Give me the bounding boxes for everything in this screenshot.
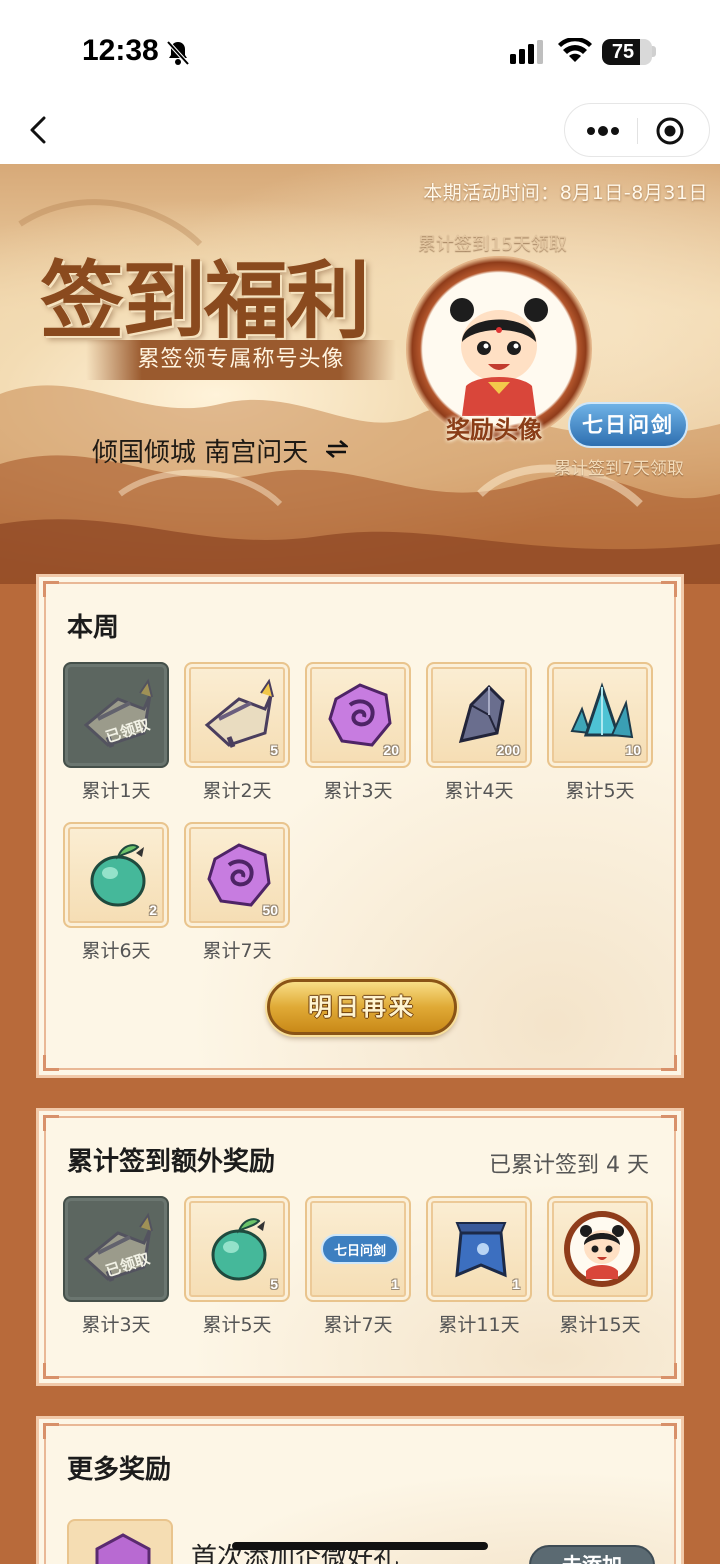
hero-title: 签到福利: [40, 251, 370, 350]
reward-icon-box: 20: [305, 662, 411, 768]
title-badge: 七日问剑: [568, 402, 688, 448]
reward-icon-box: 5: [184, 1196, 290, 1302]
reward-avatar-image: [450, 298, 548, 416]
close-target-icon[interactable]: [655, 116, 685, 146]
corner-ornament: [661, 1363, 677, 1379]
corner-ornament: [661, 1055, 677, 1071]
more-reward-icon-box: [67, 1519, 173, 1564]
reward-day-label: 累计5天: [565, 780, 635, 802]
reward-day-label: 累计7天: [323, 1314, 393, 1336]
reward-item[interactable]: 已领取累计1天: [63, 662, 169, 802]
corner-ornament: [661, 581, 677, 597]
weekly-title: 本周: [67, 613, 120, 643]
reward-icon-box: 1: [426, 1196, 532, 1302]
corner-ornament: [43, 1055, 59, 1071]
reward-icon-box: 七日问剑 1: [305, 1196, 411, 1302]
weekly-card: 本周 已领取累计1天 5 累计2天 20 累计3天 200 累计4天 10 累计5天 2 累计6天 5…: [36, 574, 684, 1078]
reward-count: 5: [270, 742, 278, 758]
wifi-icon: [558, 38, 592, 62]
reward-day-label: 累计2天: [202, 780, 272, 802]
reward-count: 5: [270, 1276, 278, 1292]
green-fruit-icon: [78, 835, 158, 919]
reward-day-label: 累计7天: [202, 940, 272, 962]
reward-count: 50: [262, 902, 278, 918]
cumulative-card: 累计签到额外奖励 已累计签到 4 天 已领取累计3天 5 累计5天 七日问剑 1 累计7天…: [36, 1108, 684, 1386]
reward-day-label: 累计5天: [202, 1314, 272, 1336]
reward-item[interactable]: 10 累计5天: [547, 662, 653, 802]
title-badge-icon: 七日问剑: [320, 1209, 400, 1293]
svg-text:七日问剑: 七日问剑: [334, 1243, 386, 1259]
back-button[interactable]: [20, 110, 60, 150]
come-back-tomorrow-button[interactable]: 明日再来: [267, 979, 457, 1035]
more-dots-icon[interactable]: [583, 118, 623, 144]
reward-day-label: 累计15天: [559, 1314, 641, 1336]
reward-icon-box: 已领取: [63, 662, 169, 768]
scroll-icon: [199, 675, 279, 759]
avatar-reward-note: 累计签到15天领取: [418, 234, 567, 255]
reward-item[interactable]: 1 累计11天: [426, 1196, 532, 1336]
green-fruit-icon: [199, 1209, 279, 1293]
reward-icon-box: [547, 1196, 653, 1302]
reward-icon-box: 2: [63, 822, 169, 928]
cumulative-title: 累计签到额外奖励: [67, 1147, 276, 1177]
reward-item[interactable]: 5 累计5天: [184, 1196, 290, 1336]
reward-item[interactable]: 已领取累计3天: [63, 1196, 169, 1336]
home-indicator: [232, 1542, 488, 1550]
reward-day-label: 累计1天: [81, 780, 151, 802]
reward-item[interactable]: 2 累计6天: [63, 822, 169, 962]
reward-day-label: 累计4天: [444, 780, 514, 802]
battery-icon: 75: [602, 39, 652, 65]
reward-count: 10: [625, 742, 641, 758]
signal-icon: [510, 40, 543, 64]
purple-token-icon: [95, 1533, 151, 1564]
bell-off-icon: [166, 40, 190, 66]
blue-banner-icon: [441, 1209, 521, 1293]
corner-ornament: [661, 1423, 677, 1439]
battery-tip: [652, 46, 656, 57]
reward-icon-box: 50: [184, 822, 290, 928]
reward-item[interactable]: 50 累计7天: [184, 822, 290, 962]
swap-icon[interactable]: [326, 440, 348, 458]
add-wecom-button[interactable]: 去添加: [529, 1545, 655, 1564]
title-badge-note: 累计签到7天领取: [554, 459, 684, 479]
status-bar: 12:38 75: [0, 0, 720, 100]
avatar-caption: 奖励头像: [446, 415, 542, 444]
current-title-name[interactable]: 倾国倾城 南宫问天: [92, 432, 308, 469]
reward-count: 2: [149, 902, 157, 918]
corner-ornament: [661, 1115, 677, 1131]
capsule-divider: [637, 118, 638, 144]
avatar-frame-icon: [562, 1209, 642, 1293]
corner-ornament: [43, 581, 59, 597]
reward-count: 20: [383, 742, 399, 758]
reward-day-label: 累计6天: [81, 940, 151, 962]
reward-icon-box: 已领取: [63, 1196, 169, 1302]
mini-program-capsule: [564, 103, 710, 157]
battery-level: 75: [611, 41, 635, 63]
reward-icon-box: 10: [547, 662, 653, 768]
reward-icon-box: 5: [184, 662, 290, 768]
reward-count: 1: [391, 1276, 399, 1292]
reward-count: 1: [512, 1276, 520, 1292]
reward-count: 200: [496, 742, 520, 758]
reward-icon-box: 200: [426, 662, 532, 768]
corner-ornament: [43, 1423, 59, 1439]
reward-day-label: 累计3天: [81, 1314, 151, 1336]
corner-ornament: [43, 1363, 59, 1379]
more-rewards-title: 更多奖励: [67, 1455, 172, 1485]
reward-item[interactable]: 5 累计2天: [184, 662, 290, 802]
status-time: 12:38: [82, 34, 159, 67]
nav-bar: [0, 100, 720, 164]
hero-banner: 本期活动时间：8月1日-8月31日 签到福利 累签领专属称号头像 倾国倾城 南宫…: [0, 164, 720, 584]
reward-day-label: 累计3天: [323, 780, 393, 802]
cumulative-status: 已累计签到 4 天: [489, 1153, 649, 1178]
reward-item[interactable]: 20 累计3天: [305, 662, 411, 802]
reward-day-label: 累计11天: [438, 1314, 520, 1336]
reward-item[interactable]: 200 累计4天: [426, 662, 532, 802]
reward-item[interactable]: 累计15天: [547, 1196, 653, 1336]
activity-time: 本期活动时间：8月1日-8月31日: [423, 182, 708, 204]
hero-subtitle: 累签领专属称号头像: [86, 340, 396, 380]
corner-ornament: [43, 1115, 59, 1131]
reward-item[interactable]: 七日问剑 1 累计7天: [305, 1196, 411, 1336]
